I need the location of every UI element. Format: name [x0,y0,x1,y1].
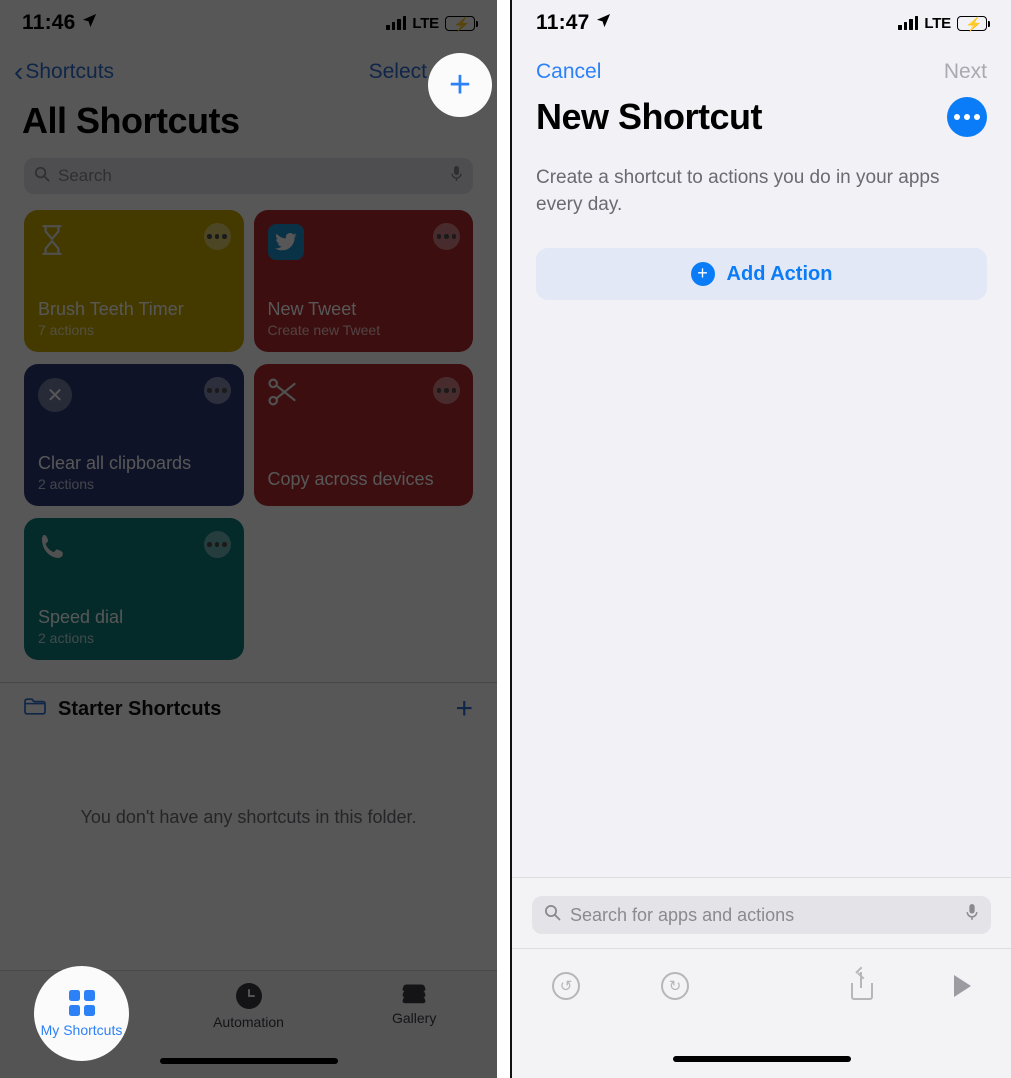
home-indicator [672,1056,851,1062]
battery-charging-icon: ⚡ [957,15,991,32]
redo-icon[interactable]: ↻ [661,971,689,1000]
search-placeholder: Search [58,166,112,185]
status-bar-left: 11:47 [536,11,611,35]
undo-icon[interactable]: ↺ [552,971,580,1000]
shortcut-text: New Tweet Create new Tweet [268,298,460,338]
navigation-bar: Cancel Next [512,46,1011,84]
editor-toolbar: ↺ ↻ [512,948,1011,1022]
phone-icon [38,532,230,569]
shortcut-card[interactable]: Copy across devices [253,364,473,506]
page-title: All Shortcuts [22,100,240,141]
more-options-icon[interactable] [203,377,231,404]
shortcut-title: Copy across devices [267,469,434,489]
add-action-button[interactable]: + Add Action [536,248,987,300]
folder-icon [24,697,46,721]
status-bar: 11:46 LTE ⚡ [0,0,497,46]
left-phone-screen: 11:46 LTE ⚡ ‹ Shortcuts Select All Short… [0,0,497,1078]
back-button-label: Shortcuts [25,60,115,83]
search-input[interactable]: Search [24,158,473,194]
home-indicator [159,1058,338,1064]
shortcut-title: Brush Teeth Timer [38,299,184,319]
microphone-icon[interactable] [965,903,979,927]
shortcut-subtitle: 2 actions [38,476,95,492]
status-time: 11:46 [22,11,76,34]
search-placeholder: Search for apps and actions [570,904,795,925]
add-action-label: Add Action [726,262,833,285]
hourglass-icon [38,224,230,263]
scissors-icon [267,378,460,413]
more-options-icon[interactable] [433,223,460,250]
spotlight-tab-my-shortcuts[interactable]: My Shortcuts [34,966,129,1061]
carrier-label: LTE [412,14,439,32]
shortcut-text: Copy across devices [268,468,460,492]
shortcut-subtitle: 2 actions [38,630,95,646]
title-row: New Shortcut [512,84,1011,138]
grid-icon [68,989,95,1016]
shortcut-text: Brush Teeth Timer 7 actions [38,298,230,338]
status-bar: 11:47 LTE ⚡ [512,0,1011,46]
tab-label: Automation [213,1014,284,1030]
location-arrow-icon [596,13,611,33]
chevron-left-icon: ‹ [14,56,24,87]
status-bar-right: LTE ⚡ [386,14,479,32]
more-options-icon[interactable] [433,377,460,404]
x-circle-icon: ✕ [38,378,72,412]
tab-label: Gallery [392,1010,437,1026]
tab-gallery[interactable]: Gallery [331,983,497,1026]
carrier-label: LTE [924,14,951,32]
shortcut-text: Clear all clipboards 2 actions [38,452,230,492]
status-bar-right: LTE ⚡ [898,14,991,32]
back-button[interactable]: ‹ Shortcuts [14,58,114,86]
battery-charging-icon: ⚡ [445,15,479,32]
play-icon[interactable] [954,974,971,997]
shortcut-subtitle: 7 actions [38,322,95,338]
shortcut-card[interactable]: Brush Teeth Timer 7 actions [24,210,244,352]
page-title: New Shortcut [536,96,763,137]
signal-bars-icon [898,16,919,30]
folder-label: Starter Shortcuts [58,697,222,720]
shortcut-title: New Tweet [267,299,357,319]
shortcut-text: Speed dial 2 actions [38,606,230,646]
shortcuts-grid: Brush Teeth Timer 7 actions New Tweet Cr… [0,194,497,660]
search-input[interactable]: Search for apps and actions [532,896,991,934]
shortcut-title: Speed dial [38,607,124,627]
shortcut-subtitle: Create new Tweet [267,322,381,338]
more-options-icon[interactable] [203,531,231,558]
clock-icon [235,983,262,1009]
cancel-button[interactable]: Cancel [536,60,601,84]
shortcut-card[interactable]: Speed dial 2 actions [24,518,244,660]
shortcut-title: Clear all clipboards [38,453,192,473]
add-to-folder-button[interactable]: + [455,694,473,724]
location-arrow-icon [82,13,97,33]
select-button[interactable]: Select [369,60,427,84]
tab-automation[interactable]: Automation [166,983,332,1030]
next-button[interactable]: Next [944,60,987,84]
description-text: Create a shortcut to actions you do in y… [536,167,940,215]
right-phone-screen: 11:47 LTE ⚡ Cancel Next New Shortcut Cre… [510,0,1011,1078]
microphone-icon[interactable] [450,165,463,188]
navigation-bar: ‹ Shortcuts Select + [0,46,497,90]
search-icon [544,904,561,926]
search-icon [34,166,50,187]
tab-label: My Shortcuts [40,1021,123,1038]
twitter-icon [267,224,304,260]
bottom-panel: Search for apps and actions ↺ ↻ [512,877,1011,1078]
shortcut-card[interactable]: New Tweet Create new Tweet [253,210,473,352]
status-bar-left: 11:46 [22,11,97,35]
plus-icon: + [448,64,472,106]
more-options-icon[interactable] [203,223,231,250]
layers-icon [401,983,427,1005]
spotlight-add-shortcut-button[interactable]: + [428,53,492,117]
folder-header[interactable]: Starter Shortcuts + [0,683,497,724]
plus-circle-icon: + [690,262,715,286]
folder-empty-message: You don't have any shortcuts in this fol… [80,807,417,827]
share-icon[interactable] [851,971,873,1000]
signal-bars-icon [386,16,407,30]
status-time: 11:47 [536,11,590,34]
left-phone-content: 11:46 LTE ⚡ ‹ Shortcuts Select All Short… [0,0,497,1078]
shortcut-card[interactable]: ✕ Clear all clipboards 2 actions [24,364,244,506]
screenshot-stage: 11:46 LTE ⚡ ‹ Shortcuts Select All Short… [0,0,1011,1078]
more-options-icon[interactable] [947,97,987,137]
